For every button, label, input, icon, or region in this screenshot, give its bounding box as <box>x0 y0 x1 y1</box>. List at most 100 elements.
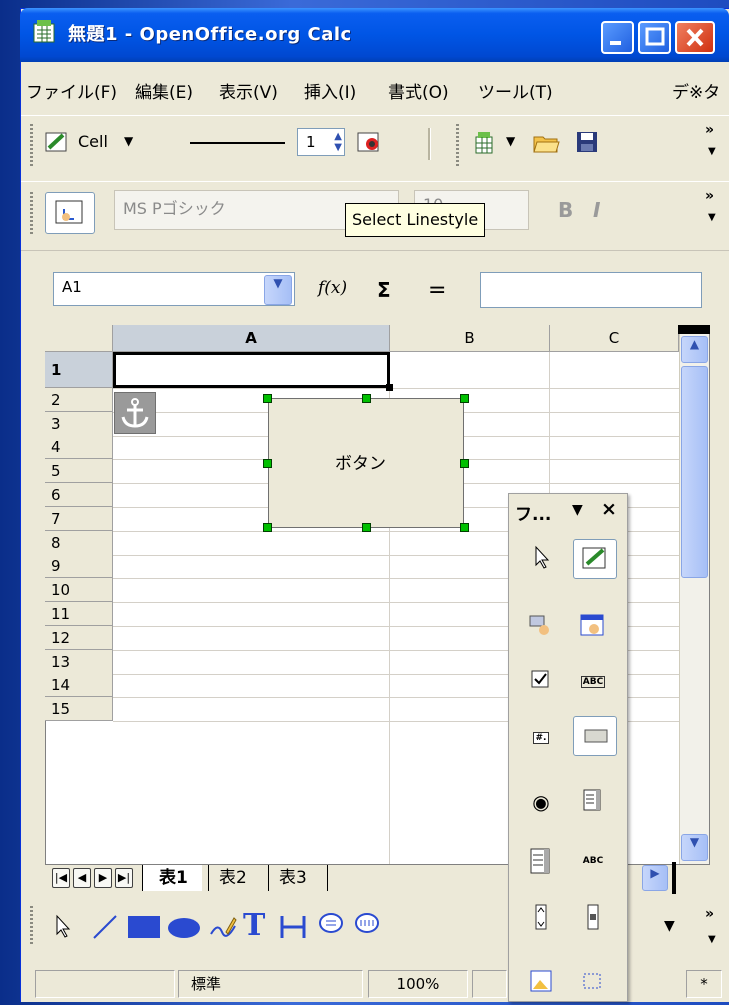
text-tool-icon[interactable]: T <box>243 908 265 943</box>
scroll-thumb[interactable] <box>681 366 708 578</box>
column-header-a[interactable]: A <box>113 325 390 352</box>
sum-icon[interactable]: Σ <box>377 278 391 302</box>
close-button[interactable] <box>675 21 715 54</box>
column-header-b[interactable]: B <box>390 325 550 352</box>
spin-icon[interactable]: ▲ ▼ <box>334 131 342 153</box>
shapes-callout-icon[interactable] <box>352 910 382 940</box>
combo-box-icon[interactable] <box>525 846 557 876</box>
menu-format[interactable]: 書式(O) <box>388 78 449 103</box>
toolbar-options-icon[interactable]: ▼ <box>708 934 716 945</box>
sheet-tab-3[interactable]: 表3 <box>268 865 328 891</box>
status-zoom[interactable]: 100% <box>368 970 468 998</box>
name-box-dropdown-icon[interactable]: ▼ <box>264 275 292 305</box>
last-sheet-icon[interactable]: ▶| <box>115 868 133 888</box>
row-header-2[interactable]: 2 <box>45 388 113 412</box>
italic-button[interactable]: I <box>593 198 600 222</box>
callout-tool-icon[interactable] <box>316 910 346 940</box>
row-header-14[interactable]: 14 <box>45 673 113 697</box>
row-header-12[interactable]: 12 <box>45 626 113 650</box>
group-box-icon[interactable] <box>577 968 609 998</box>
anchor-icon[interactable] <box>114 392 156 434</box>
new-dropdown-icon[interactable]: ▼ <box>506 134 515 148</box>
area-style-icon[interactable] <box>356 130 380 154</box>
push-button-icon[interactable] <box>573 716 617 756</box>
row-header-9[interactable]: 9 <box>45 554 113 578</box>
toolbar-options-icon[interactable]: ▼ <box>708 212 716 223</box>
menu-insert[interactable]: 挿入(I) <box>304 78 356 103</box>
toolbar-overflow-icon[interactable]: » <box>705 188 714 204</box>
text-box-icon[interactable]: ABC <box>577 667 609 697</box>
bold-button[interactable]: B <box>558 198 573 222</box>
save-icon[interactable] <box>575 130 599 154</box>
menu-edit[interactable]: 編集(E) <box>135 78 193 103</box>
row-header-13[interactable]: 13 <box>45 650 113 674</box>
form-properties-icon[interactable] <box>577 612 609 642</box>
row-header-7[interactable]: 7 <box>45 507 113 531</box>
scroll-up-button[interactable]: ▲ <box>681 336 708 363</box>
toolbar-grip[interactable] <box>456 124 459 166</box>
toolbar-close-icon[interactable]: × <box>601 498 617 520</box>
row-header-11[interactable]: 11 <box>45 602 113 626</box>
draw-dropdown-icon[interactable]: ▼ <box>664 918 675 934</box>
active-cell-a1[interactable] <box>113 352 390 388</box>
menu-tools[interactable]: ツール(T) <box>478 78 553 103</box>
first-sheet-icon[interactable]: |◀ <box>52 868 70 888</box>
row-header-3[interactable]: 3 <box>45 412 113 436</box>
toolbar-grip[interactable] <box>30 192 33 234</box>
menu-view[interactable]: 表示(V) <box>219 78 278 103</box>
formula-input[interactable] <box>480 272 702 308</box>
toolbar-grip[interactable] <box>30 124 33 166</box>
style-label[interactable]: Cell <box>78 132 108 151</box>
row-header-6[interactable]: 6 <box>45 483 113 507</box>
selection-handle[interactable] <box>263 523 272 532</box>
new-document-icon[interactable] <box>472 129 498 155</box>
style-dropdown-arrow-icon[interactable]: ▼ <box>124 134 133 148</box>
toolbar-grip[interactable] <box>30 906 33 946</box>
form-controls-titlebar[interactable]: フ... ▼ × <box>509 494 627 528</box>
selection-handle[interactable] <box>362 394 371 403</box>
line-width-input[interactable]: 1 ▲ ▼ <box>297 128 345 156</box>
menu-file[interactable]: ファイル(F) <box>26 78 117 103</box>
function-wizard-icon[interactable]: f(x) <box>318 278 347 298</box>
list-box-icon[interactable] <box>577 787 609 817</box>
prev-sheet-icon[interactable]: ◀ <box>73 868 91 888</box>
form-design-mode-button[interactable] <box>45 192 95 234</box>
scroll-down-button[interactable]: ▼ <box>681 834 708 861</box>
sheet-tab-2[interactable]: 表2 <box>208 865 263 891</box>
minimize-button[interactable] <box>601 21 634 54</box>
hsplit-handle[interactable] <box>672 862 676 894</box>
selection-handle[interactable] <box>263 459 272 468</box>
callout-connector-icon[interactable] <box>278 912 308 942</box>
selection-handle[interactable] <box>460 459 469 468</box>
selection-handle[interactable] <box>460 523 469 532</box>
sheet-tab-1[interactable]: 表1 <box>142 865 202 891</box>
maximize-button[interactable] <box>638 21 671 54</box>
freeform-tool-icon[interactable] <box>208 912 238 942</box>
design-mode-toggle-icon[interactable] <box>573 539 617 579</box>
selection-handle[interactable] <box>263 394 272 403</box>
row-header-1[interactable]: 1 <box>45 352 113 388</box>
check-box-icon[interactable] <box>525 667 557 697</box>
label-field-icon[interactable]: ABC <box>577 846 609 876</box>
control-properties-icon[interactable] <box>525 612 557 642</box>
split-handle[interactable] <box>678 325 710 334</box>
row-header-5[interactable]: 5 <box>45 459 113 483</box>
option-button-icon[interactable]: ◉ <box>525 787 557 817</box>
selection-handle[interactable] <box>460 394 469 403</box>
toolbar-menu-icon[interactable]: ▼ <box>572 502 583 518</box>
hscroll-right-button[interactable]: ▶ <box>642 865 668 891</box>
select-pointer-icon[interactable] <box>525 545 557 575</box>
fill-handle[interactable] <box>386 384 393 391</box>
line-tool-icon[interactable] <box>90 912 120 942</box>
toolbar-overflow-icon[interactable]: » <box>705 906 714 922</box>
open-folder-icon[interactable] <box>532 129 562 155</box>
name-box[interactable]: A1 ▼ <box>53 272 295 306</box>
row-header-15[interactable]: 15 <box>45 697 113 721</box>
column-header-c[interactable]: C <box>550 325 679 352</box>
row-header-10[interactable]: 10 <box>45 578 113 602</box>
function-equals-icon[interactable]: = <box>428 278 446 303</box>
select-all-corner[interactable] <box>45 325 113 352</box>
select-arrow-icon[interactable] <box>52 914 74 938</box>
status-page-style[interactable]: 標準 <box>178 970 363 998</box>
rectangle-tool-icon[interactable] <box>128 916 160 938</box>
